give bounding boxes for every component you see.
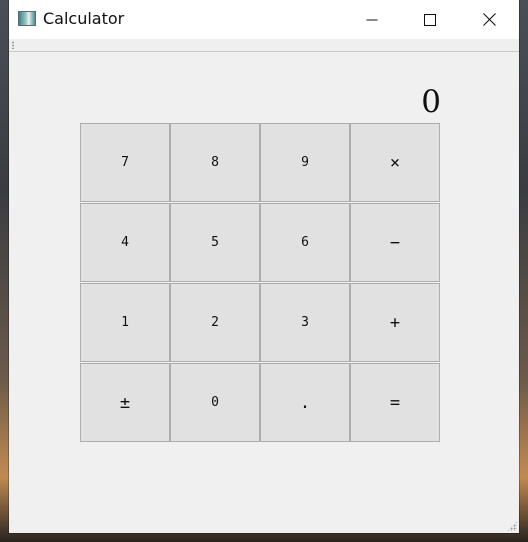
maximize-button[interactable] [401, 0, 459, 39]
resize-grip-icon[interactable] [507, 521, 517, 531]
key-7[interactable]: 7 [80, 123, 170, 202]
equals-button[interactable]: = [350, 363, 440, 442]
key-2[interactable]: 2 [170, 283, 260, 362]
minimize-icon [366, 19, 378, 20]
key-8[interactable]: 8 [170, 123, 260, 202]
toolbar-grip-icon[interactable] [12, 41, 14, 49]
toolbar-strip [9, 39, 519, 52]
sign-toggle-button[interactable]: ± [80, 363, 170, 442]
key-4[interactable]: 4 [80, 203, 170, 282]
result-display: 0 [421, 84, 441, 120]
close-button[interactable] [460, 0, 518, 39]
minimize-button[interactable] [343, 0, 401, 39]
multiply-button[interactable]: × [350, 123, 440, 202]
close-icon [482, 13, 496, 26]
key-6[interactable]: 6 [260, 203, 350, 282]
maximize-icon [424, 13, 436, 26]
title-bar[interactable]: Calculator [9, 0, 519, 39]
calculator-window: Calculator 0 7 8 9 × 4 5 6 − 1 2 3 + ± 0… [9, 0, 519, 533]
keypad: 7 8 9 × 4 5 6 − 1 2 3 + ± 0 . = [80, 123, 441, 442]
key-9[interactable]: 9 [260, 123, 350, 202]
key-3[interactable]: 3 [260, 283, 350, 362]
key-0[interactable]: 0 [170, 363, 260, 442]
decimal-point-button[interactable]: . [260, 363, 350, 442]
key-1[interactable]: 1 [80, 283, 170, 362]
window-title: Calculator [43, 9, 125, 28]
add-button[interactable]: + [350, 283, 440, 362]
key-5[interactable]: 5 [170, 203, 260, 282]
subtract-button[interactable]: − [350, 203, 440, 282]
calculator-app-icon [18, 11, 36, 26]
